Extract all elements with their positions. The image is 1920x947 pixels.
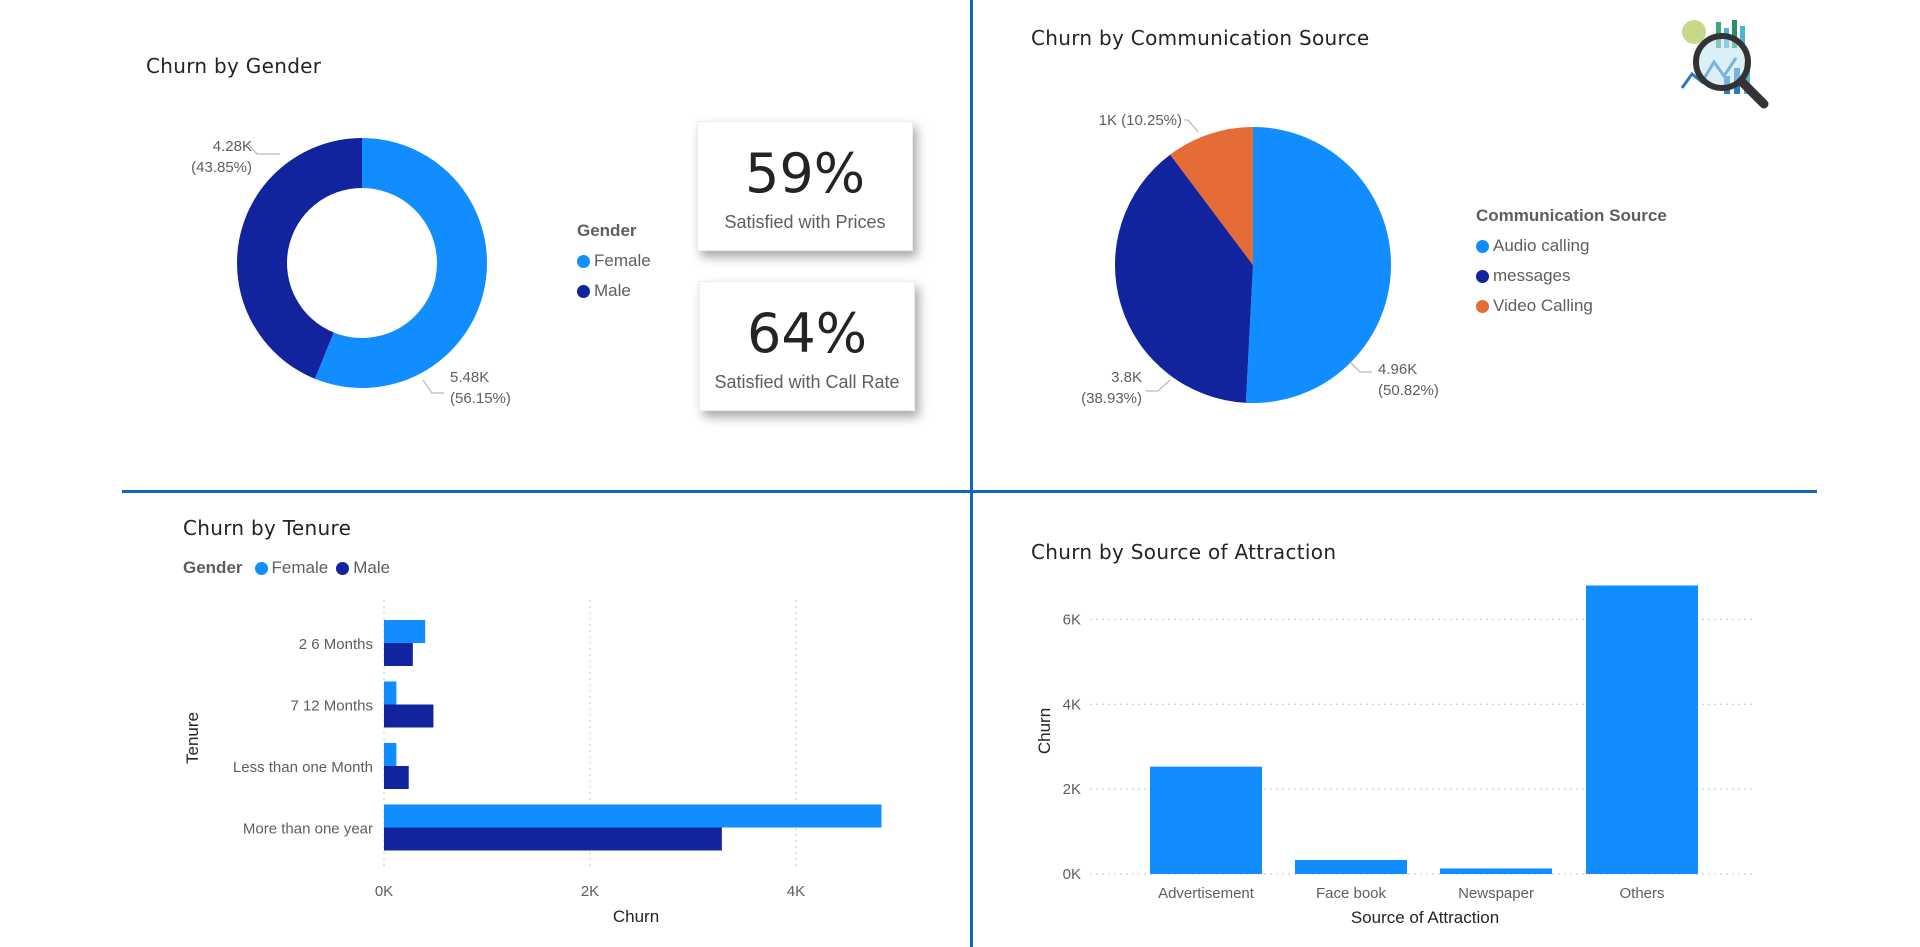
magnifier-analytics-icon — [1680, 18, 1770, 110]
male-swatch — [336, 561, 350, 575]
kpi-label-call-rate: Satisfied with Call Rate — [714, 372, 900, 392]
gender-panel-title: Churn by Gender — [146, 54, 322, 78]
pie-label-audio-value: 4.96K — [1378, 361, 1417, 378]
donut-label-female-value: 5.48K — [450, 369, 489, 386]
bar-face-book[interactable] — [1295, 859, 1407, 874]
tenure-legend-female[interactable]: Female — [254, 558, 329, 578]
y-tick-label: 0K — [1063, 866, 1081, 883]
x-tick-label: 2K — [581, 883, 599, 900]
legend-label-audio: Audio calling — [1493, 236, 1590, 255]
comm-source-pie-chart[interactable]: 4.96K (50.82%) 3.8K (38.93%) 1K (10.25%) — [1060, 90, 1480, 430]
video-swatch — [1476, 299, 1489, 313]
donut-label-male-pct: (43.85%) — [191, 159, 252, 176]
male-swatch — [577, 284, 590, 298]
pie-label-audio-pct: (50.82%) — [1378, 382, 1439, 399]
x-category-label: Advertisement — [1158, 885, 1255, 902]
legend-item-messages[interactable]: messages — [1476, 266, 1667, 286]
female-swatch — [577, 254, 590, 268]
pie-label-messages-value: 3.8K — [1111, 369, 1142, 386]
vertical-divider — [970, 0, 973, 947]
tenure-legend-label-male: Male — [353, 558, 391, 577]
donut-label-male-value: 4.28K — [213, 138, 252, 155]
bar-male-3[interactable] — [384, 827, 722, 851]
bar-others[interactable] — [1586, 585, 1698, 874]
comm-panel-title: Churn by Communication Source — [1031, 26, 1370, 50]
female-swatch — [254, 561, 268, 575]
leader-line-video — [1184, 119, 1199, 133]
bar-male-2[interactable] — [384, 766, 409, 789]
pie-label-messages-pct: (38.93%) — [1081, 390, 1142, 407]
y-category-label: Less than one Month — [233, 759, 373, 776]
bar-female-1[interactable] — [384, 681, 397, 705]
y-tick-label: 4K — [1063, 696, 1081, 713]
x-category-label: Others — [1619, 885, 1664, 902]
messages-swatch — [1476, 269, 1489, 283]
legend-item-audio[interactable]: Audio calling — [1476, 236, 1667, 256]
attraction-panel-title: Churn by Source of Attraction — [1031, 540, 1337, 564]
audio-swatch — [1476, 239, 1489, 253]
donut-label-female-pct: (56.15%) — [450, 390, 511, 407]
legend-item-male[interactable]: Male — [577, 281, 651, 301]
y-category-label: 7 12 Months — [290, 698, 373, 715]
x-axis-title: Source of Attraction — [1351, 908, 1499, 927]
pie-slice-audio-calling[interactable] — [1245, 127, 1392, 404]
kpi-card-call-rate[interactable]: 64% Satisfied with Call Rate — [699, 281, 915, 411]
bar-advertisement[interactable] — [1150, 766, 1262, 874]
x-tick-label: 0K — [375, 883, 393, 900]
y-tick-label: 6K — [1063, 611, 1081, 628]
x-axis-title: Churn — [613, 907, 659, 926]
gender-legend: Gender Female Male — [577, 221, 651, 301]
y-axis-title: Tenure — [183, 712, 202, 764]
leader-line-male — [247, 143, 280, 155]
legend-label-male: Male — [594, 281, 631, 300]
legend-item-female[interactable]: Female — [577, 251, 651, 271]
x-category-label: Face book — [1316, 885, 1387, 902]
x-tick-label: 4K — [787, 883, 805, 900]
legend-item-video[interactable]: Video Calling — [1476, 296, 1667, 316]
leader-line-messages — [1146, 379, 1171, 392]
legend-label-messages: messages — [1493, 266, 1571, 285]
leader-line-audio — [1349, 361, 1372, 373]
kpi-value-prices: 59% — [744, 142, 866, 205]
horizontal-divider — [122, 490, 1817, 493]
y-category-label: 2 6 Months — [299, 636, 373, 653]
kpi-card-prices[interactable]: 59% Satisfied with Prices — [697, 121, 913, 251]
leader-line-female — [422, 379, 444, 394]
gender-donut-chart[interactable]: 5.48K (56.15%) 4.28K (43.85%) — [150, 100, 570, 430]
bar-female-2[interactable] — [384, 743, 397, 766]
y-category-label: More than one year — [243, 821, 373, 838]
legend-label-female: Female — [594, 251, 651, 270]
comm-legend: Communication Source Audio calling messa… — [1476, 206, 1667, 316]
bar-female-3[interactable] — [384, 804, 882, 828]
bar-male-1[interactable] — [384, 704, 434, 728]
y-axis-title: Churn — [1035, 708, 1054, 754]
legend-label-video: Video Calling — [1493, 296, 1593, 315]
bar-female-0[interactable] — [384, 620, 426, 643]
tenure-legend-title: Gender — [183, 558, 243, 577]
kpi-label-prices: Satisfied with Prices — [724, 212, 886, 232]
gender-legend-title: Gender — [577, 221, 637, 240]
tenure-panel-title: Churn by Tenure — [183, 516, 352, 540]
kpi-value-call-rate: 64% — [746, 302, 868, 365]
bar-newspaper[interactable] — [1440, 868, 1552, 874]
tenure-bar-chart[interactable]: 0K 2K 4K 2 6 Months 7 12 Months Less than one… — [170, 590, 960, 945]
tenure-legend-label-female: Female — [271, 558, 329, 577]
x-category-label: Newspaper — [1458, 885, 1534, 902]
pie-label-video: 1K (10.25%) — [1099, 112, 1182, 129]
tenure-legend: Gender Female Male — [183, 558, 398, 578]
y-tick-label: 2K — [1063, 781, 1081, 798]
attraction-bar-chart[interactable]: 0K 2K 4K 6K Advertisement Face book Newspaper O… — [1020, 575, 1820, 945]
tenure-legend-male[interactable]: Male — [336, 558, 390, 578]
comm-legend-title: Communication Source — [1476, 206, 1667, 225]
bar-male-0[interactable] — [384, 643, 413, 666]
